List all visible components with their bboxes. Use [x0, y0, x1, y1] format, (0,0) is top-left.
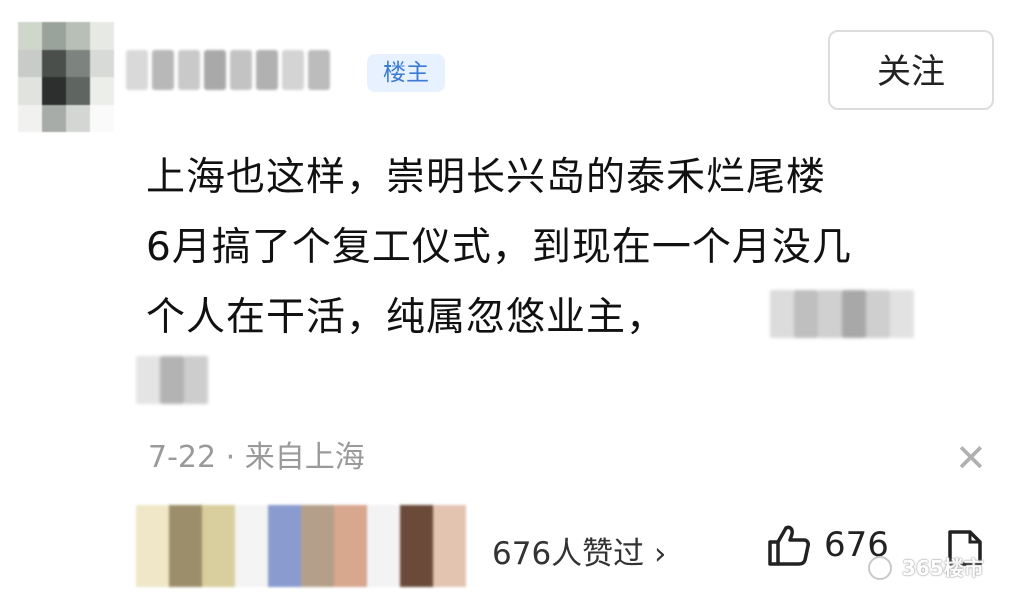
likes-count-link[interactable]: 676人赞过 › — [492, 528, 666, 573]
watermark-text: 365楼市 — [902, 556, 984, 580]
avatar[interactable] — [18, 22, 114, 132]
watermark-logo-icon — [868, 556, 892, 580]
comment-line-2: 6月搞了个复工仪式，到现在一个月没几 — [146, 225, 852, 270]
close-icon[interactable]: ✕ — [955, 438, 987, 478]
comment-line-1: 上海也这样，崇明长兴岛的泰禾烂尾楼 — [146, 155, 827, 200]
liker-avatars[interactable] — [136, 505, 466, 587]
comment-location: 来自上海 — [244, 440, 365, 475]
meta-separator: · — [225, 440, 236, 475]
comment-blurred-text — [770, 290, 914, 338]
comment-line-3: 个人在干活，纯属忽悠业主， — [146, 295, 667, 340]
op-badge: 楼主 — [367, 54, 445, 92]
thumbs-up-icon[interactable] — [766, 522, 812, 568]
comment-meta: 7-22 · 来自上海 — [148, 432, 365, 476]
follow-button[interactable]: 关注 — [828, 30, 994, 110]
comment-date: 7-22 — [148, 440, 217, 475]
username-blurred[interactable] — [126, 44, 352, 96]
comment-blurred-text-2 — [136, 356, 208, 404]
